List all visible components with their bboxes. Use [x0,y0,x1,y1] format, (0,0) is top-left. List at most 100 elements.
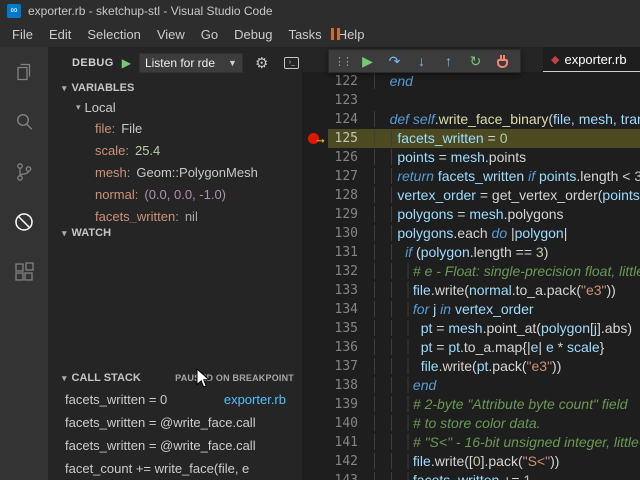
debug-configure-gear-icon[interactable]: ⚙ [255,54,268,72]
code-line-137[interactable]: 137 file.write(pt.pack("e3")) [302,357,640,376]
code-line-136[interactable]: 136 pt = pt.to_a.map{|e| e * scale} [302,338,640,357]
code-line-122[interactable]: 122 end [302,72,640,91]
glyph-margin[interactable] [302,167,328,186]
code-line-129[interactable]: 129 polygons = mesh.polygons [302,205,640,224]
code-line-138[interactable]: 138 end [302,376,640,395]
glyph-margin[interactable] [302,452,328,471]
glyph-margin[interactable] [302,300,328,319]
variable-row-normal[interactable]: normal:(0.0, 0.0, -1.0) [48,183,302,205]
code-text: vertex_order = get_vertex_order(points, … [358,186,640,205]
debug-toolbar: ⋮⋮ ▶↷↓↑↻ [328,49,521,73]
glyph-margin[interactable]: → [302,129,328,148]
code-line-139[interactable]: 139 # 2-byte "Attribute byte count" fiel… [302,395,640,414]
variable-value: 25.4 [135,143,160,158]
disconnect-button[interactable] [489,50,516,72]
code-line-140[interactable]: 140 # to store color data. [302,414,640,433]
glyph-margin[interactable] [302,110,328,129]
code-line-143[interactable]: 143 facets_written += 1 [302,471,640,480]
code-text: # 2-byte "Attribute byte count" field [358,395,640,414]
code-line-134[interactable]: 134 for j in vertex_order [302,300,640,319]
watch-pane-header[interactable]: ▾ WATCH [48,223,302,243]
glyph-margin[interactable] [302,338,328,357]
code-line-127[interactable]: 127 return facets_written if points.leng… [302,167,640,186]
menu-item-debug[interactable]: Debug [226,22,280,47]
code-text: end [358,376,640,395]
variable-row-scale[interactable]: scale:25.4 [48,139,302,161]
debug-toolbar-buttons: ▶↷↓↑↻ [354,50,516,72]
line-number: 123 [328,91,358,110]
stack-frame-0[interactable]: facets_written = 0exporter.rb [48,388,302,411]
glyph-margin[interactable] [302,148,328,167]
code-line-135[interactable]: 135 pt = mesh.point_at(polygon[j].abs) [302,319,640,338]
step-over-button[interactable]: ↷ [381,50,408,72]
variable-row-file[interactable]: file:File [48,117,302,139]
variables-scope-local[interactable]: ▾ Local [48,98,302,117]
code-text: file.write(pt.pack("e3")) [358,357,640,376]
glyph-margin[interactable] [302,281,328,300]
code-line-133[interactable]: 133 file.write(normal.to_a.pack("e3")) [302,281,640,300]
line-number: 135 [328,319,358,338]
stack-frame-file[interactable]: exporter.rb [214,392,286,407]
debug-sidebar-header: DEBUG ▶ Listen for rde ▼ ⚙ ›_ [48,47,302,78]
glyph-margin[interactable] [302,186,328,205]
debug-console-icon[interactable]: ›_ [284,57,299,69]
paused-status-badge: PAUSED ON BREAKPOINT [175,373,302,383]
variable-value: nil [185,209,198,224]
glyph-margin[interactable] [302,319,328,338]
variables-pane-header[interactable]: ▾ VARIABLES [48,78,302,98]
menu-item-file[interactable]: File [4,22,41,47]
activity-debug-icon[interactable] [0,197,48,247]
code-line-130[interactable]: 130 polygons.each do |polygon| [302,224,640,243]
variable-name: facets_written: [95,209,179,224]
code-text: polygons = mesh.polygons [358,205,640,224]
code-line-126[interactable]: 126 points = mesh.points [302,148,640,167]
glyph-margin[interactable] [302,262,328,281]
tab-exporter-rb[interactable]: ◆ exporter.rb [543,47,640,72]
code-line-141[interactable]: 141 # "S<" - 16-bit unsigned integer, li… [302,433,640,452]
activity-source-control-icon[interactable] [0,147,48,197]
variable-row-facets_written[interactable]: facets_written: nil [48,205,302,223]
code-line-125[interactable]: →125 facets_written = 0 [302,129,640,148]
editor-lines: 122 end123124 def self.write_face_binary… [302,72,640,480]
menu-item-edit[interactable]: Edit [41,22,79,47]
glyph-margin[interactable] [302,376,328,395]
restart-button[interactable]: ↻ [462,50,489,72]
code-text: file.write([0].pack("S<")) [358,452,640,471]
stack-frame-1[interactable]: facets_written = @write_face.call [48,411,302,434]
continue-button[interactable]: ▶ [354,50,381,72]
stack-frame-2[interactable]: facets_written = @write_face.call [48,434,302,457]
menu-item-go[interactable]: Go [193,22,226,47]
activity-search-icon[interactable] [0,97,48,147]
glyph-margin[interactable] [302,471,328,480]
glyph-margin[interactable] [302,72,328,91]
glyph-margin[interactable] [302,224,328,243]
code-line-124[interactable]: 124 def self.write_face_binary(file, mes… [302,110,640,129]
code-line-132[interactable]: 132 # e - Float: single-precision float,… [302,262,640,281]
menu-item-selection[interactable]: Selection [79,22,148,47]
glyph-margin[interactable] [302,205,328,224]
debug-config-dropdown[interactable]: Listen for rde ▼ [139,53,243,73]
step-out-button[interactable]: ↑ [435,50,462,72]
variable-row-mesh[interactable]: mesh:Geom::PolygonMesh [48,161,302,183]
stack-frame-3[interactable]: facet_count += write_face(file, e [48,457,302,480]
step-into-button[interactable]: ↓ [408,50,435,72]
code-line-131[interactable]: 131 if (polygon.length == 3) [302,243,640,262]
glyph-margin[interactable] [302,433,328,452]
code-line-123[interactable]: 123 [302,91,640,110]
menu-item-view[interactable]: View [149,22,193,47]
glyph-margin[interactable] [302,395,328,414]
glyph-margin[interactable] [302,243,328,262]
ruby-file-icon: ◆ [551,53,559,66]
code-line-142[interactable]: 142 file.write([0].pack("S<")) [302,452,640,471]
code-line-128[interactable]: 128 vertex_order = get_vertex_order(poin… [302,186,640,205]
debug-start-button[interactable]: ▶ [122,56,131,70]
tab-label: exporter.rb [564,52,626,67]
activity-extensions-icon[interactable] [0,247,48,297]
glyph-margin[interactable] [302,357,328,376]
menu-item-tasks[interactable]: Tasks [280,22,329,47]
glyph-margin[interactable] [302,91,328,110]
glyph-margin[interactable] [302,414,328,433]
drag-grip-icon[interactable]: ⋮⋮ [333,55,354,68]
activity-explorer-icon[interactable] [0,47,48,97]
call-stack-pane-header[interactable]: ▾ CALL STACK PAUSED ON BREAKPOINT [48,368,302,388]
